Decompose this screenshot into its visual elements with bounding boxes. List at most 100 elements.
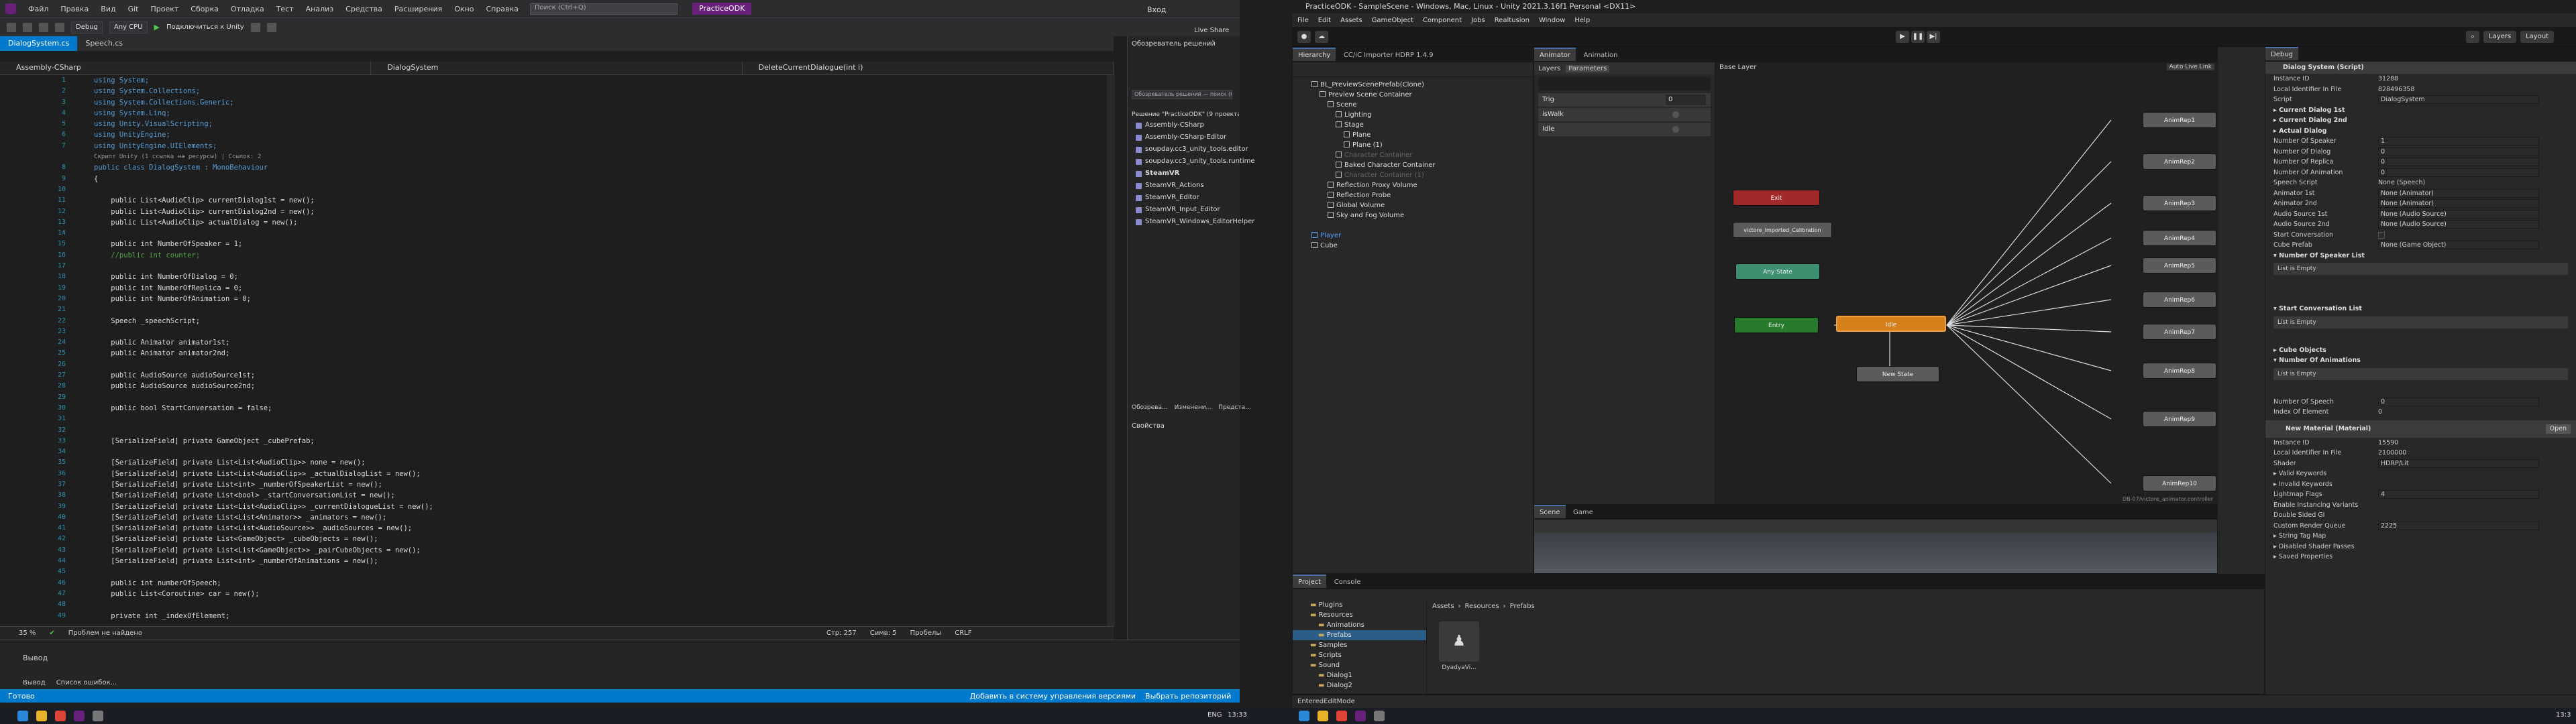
breadcrumb-item[interactable]: Prefabs xyxy=(1510,603,1535,610)
material-header[interactable]: New Material (Material) Open xyxy=(2265,420,2576,438)
project-item[interactable]: Assembly-CSharp-Editor xyxy=(1128,131,1240,143)
select-repo-button[interactable]: Выбрать репозиторий xyxy=(1145,692,1231,701)
object-field[interactable]: None (Audio Source) xyxy=(2378,209,2539,219)
tab-error-list[interactable]: Список ошибок... xyxy=(56,679,117,686)
hierarchy-item[interactable]: Baked Character Container xyxy=(1293,160,1533,170)
folder-item[interactable]: ▬ Dialog1 xyxy=(1293,670,1426,680)
add-to-vcs-button[interactable]: Добавить в систему управления версиями xyxy=(970,692,1136,701)
state-entry[interactable]: Entry xyxy=(1734,317,1819,333)
explorer-icon[interactable] xyxy=(36,711,47,721)
scene-viewport[interactable] xyxy=(1534,533,2217,573)
live-share-button[interactable]: Live Share xyxy=(1194,27,1229,34)
project-item[interactable]: soupday.cc3_unity_tools.editor xyxy=(1128,143,1248,156)
menu-realtusion[interactable]: Realtusion xyxy=(1495,17,1529,24)
breadcrumb-item[interactable]: Resources xyxy=(1465,603,1499,610)
tab-debug-inspector[interactable]: Debug xyxy=(2265,47,2298,60)
tab-project[interactable]: Project xyxy=(1293,575,1327,588)
search-icon[interactable]: ⌕ xyxy=(2466,31,2479,43)
menu-file[interactable]: Файл xyxy=(28,5,48,13)
list-foldout[interactable]: ▸ Cube Objects xyxy=(2265,345,2576,356)
menu-file[interactable]: File xyxy=(1297,17,1309,24)
state-victore-calibration[interactable]: victore_Imported_Calibration xyxy=(1733,222,1832,238)
parameter-trig[interactable]: Trig 0 xyxy=(1538,93,1711,107)
project-item[interactable]: SteamVR_Windows_EditorHelper xyxy=(1128,216,1254,228)
menu-project[interactable]: Проект xyxy=(150,5,178,13)
menu-assets[interactable]: Assets xyxy=(1340,17,1362,24)
play-icon[interactable]: ▶ xyxy=(1896,31,1909,43)
solution-root[interactable]: Решение "PracticeODK" (9 проекта) xyxy=(1132,111,1239,118)
param-search-input[interactable] xyxy=(1538,77,1711,90)
parameter-idle[interactable]: Idle xyxy=(1538,123,1711,136)
state-animrep9[interactable]: AnimRep9 xyxy=(2143,411,2216,427)
state-animrep2[interactable]: AnimRep2 xyxy=(2143,154,2216,170)
int-field[interactable]: 2225 xyxy=(2378,521,2539,530)
hierarchy-item[interactable]: Character Container xyxy=(1293,150,1533,160)
vs-search-input[interactable]: Поиск (Ctrl+Q) xyxy=(530,3,678,15)
hierarchy-item[interactable]: Reflection Probe xyxy=(1293,190,1533,200)
menu-view[interactable]: Вид xyxy=(101,5,115,13)
step-icon[interactable]: ▶| xyxy=(1927,31,1940,43)
folder-item[interactable]: ▬ Sound xyxy=(1293,660,1426,670)
menu-edit[interactable]: Правка xyxy=(60,5,89,13)
shader-field[interactable]: HDRP/Lit xyxy=(2378,459,2539,468)
hierarchy-item[interactable]: Plane (1) xyxy=(1293,140,1533,150)
menu-jobs[interactable]: Jobs xyxy=(1471,17,1485,24)
save-icon[interactable] xyxy=(39,22,48,32)
project-item-startup[interactable]: SteamVR xyxy=(1128,168,1240,180)
foldout[interactable]: ▸ Current Dialog 2nd xyxy=(2265,115,2576,126)
chrome-icon[interactable] xyxy=(55,711,66,721)
tab-solution-explorer[interactable]: Обозрева... xyxy=(1132,404,1168,411)
solution-search-input[interactable]: Обозреватель решений — поиск (Ctrl+;) xyxy=(1132,90,1232,99)
state-new-state[interactable]: New State xyxy=(1856,366,1939,382)
tab-dialogsystem[interactable]: DialogSystem.cs xyxy=(0,36,78,51)
codelens-hint[interactable]: Скрипт Unity (1 ссылка на ресурсы) | Ссы… xyxy=(94,152,1100,162)
class-dropdown[interactable]: DialogSystem xyxy=(371,62,743,75)
hierarchy-item[interactable]: Sky and Fog Volume xyxy=(1293,210,1533,221)
clock[interactable]: 13:3 xyxy=(2556,711,2571,719)
foldout[interactable]: ▸ Current Dialog 1st xyxy=(2265,105,2576,116)
int-field[interactable]: 4 xyxy=(2378,490,2539,499)
foldout[interactable]: ▸ Actual Dialog xyxy=(2265,126,2576,137)
hierarchy-item[interactable]: Cube xyxy=(1293,241,1533,251)
hierarchy-item[interactable]: Lighting xyxy=(1293,110,1533,120)
layers-dropdown[interactable]: Layers xyxy=(2483,31,2517,43)
visual-studio-icon[interactable] xyxy=(74,711,85,721)
tab-animation[interactable]: Animation xyxy=(1578,49,1623,62)
project-item[interactable]: SteamVR_Editor xyxy=(1128,192,1240,204)
list-foldout[interactable]: ▾ Number Of Speaker List xyxy=(2265,251,2576,261)
chrome-icon[interactable] xyxy=(1336,711,1347,721)
tab-hierarchy[interactable]: Hierarchy xyxy=(1293,48,1336,61)
int-field[interactable]: 1 xyxy=(2378,137,2539,145)
state-animrep6[interactable]: AnimRep6 xyxy=(2143,292,2216,308)
cloud-icon[interactable]: ☁ xyxy=(1315,31,1328,43)
project-dropdown[interactable]: Assembly-CSharp xyxy=(0,62,372,75)
int-field[interactable]: 0 xyxy=(2378,397,2539,406)
zoom-level[interactable]: 35 % xyxy=(19,629,36,637)
list-foldout[interactable]: ▾ Start Conversation List xyxy=(2265,304,2576,314)
menu-component[interactable]: Component xyxy=(1423,17,1462,24)
foldout[interactable]: ▸ String Tag Map xyxy=(2265,531,2576,542)
menu-window[interactable]: Окно xyxy=(454,5,474,13)
hierarchy-item[interactable]: Preview Scene Container xyxy=(1293,90,1533,100)
int-field[interactable]: 0 xyxy=(2378,147,2539,156)
foldout[interactable]: ▸ Saved Properties xyxy=(2265,552,2576,562)
tab-layers[interactable]: Layers xyxy=(1538,65,1560,72)
folder-item[interactable]: ▬ Animations xyxy=(1293,620,1426,630)
sign-in-link[interactable]: Вход xyxy=(1147,5,1166,14)
unity-icon[interactable] xyxy=(93,711,103,721)
trigger-icon[interactable] xyxy=(1672,126,1679,133)
object-field[interactable]: None (Animator) xyxy=(2378,188,2539,198)
hierarchy-item[interactable]: Plane xyxy=(1293,130,1533,140)
state-any[interactable]: Any State xyxy=(1735,263,1820,280)
layout-dropdown[interactable]: Layout xyxy=(2520,31,2555,43)
script-field[interactable]: DialogSystem xyxy=(2378,95,2539,104)
list-foldout[interactable]: ▾ Number Of Animations xyxy=(2265,355,2576,366)
state-exit[interactable]: Exit xyxy=(1733,190,1820,206)
menu-build[interactable]: Сборка xyxy=(191,5,219,13)
tab-animator[interactable]: Animator xyxy=(1534,48,1576,61)
editor-scrollbar[interactable] xyxy=(1107,75,1115,626)
animator-graph[interactable]: Base Layer Auto Live Link AnimRep1 AnimR… xyxy=(1715,62,2218,505)
pause-icon[interactable]: ❚❚ xyxy=(1911,31,1925,43)
undo-icon[interactable] xyxy=(55,22,64,32)
start-icon[interactable] xyxy=(1299,711,1309,721)
